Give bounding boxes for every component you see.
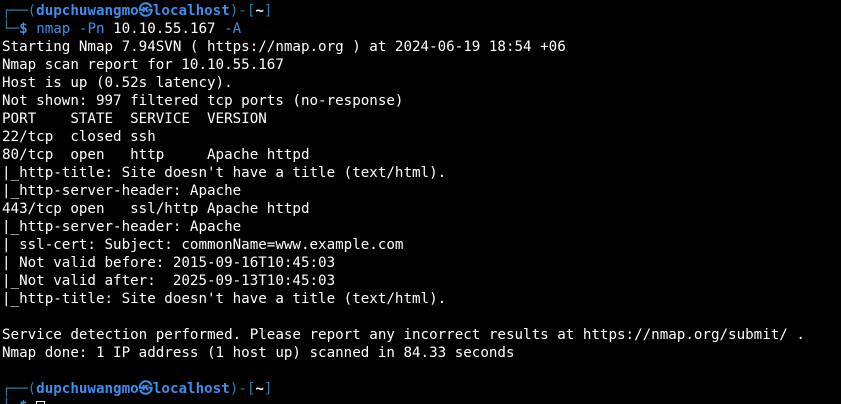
prompt-corner-bottom: └─	[2, 21, 20, 37]
output-line: Nmap done: 1 IP address (1 host up) scan…	[2, 345, 515, 361]
prompt-path: ~	[255, 3, 264, 19]
command-flag-a: -A	[224, 21, 242, 37]
output-line: |_http-title: Site doesn't have a title …	[2, 291, 447, 307]
output-line: Nmap scan report for 10.10.55.167	[2, 57, 284, 73]
prompt-separator: )-[	[229, 3, 256, 19]
prompt-bracket-end: ]	[263, 381, 273, 397]
output-line: PORT STATE SERVICE VERSION	[2, 111, 267, 127]
output-line: |_Not valid after: 2025-09-13T10:45:03	[2, 273, 336, 289]
command-program: nmap	[36, 21, 71, 37]
prompt-line-top-2: ┌──(dupchuwangmo㉿localhost)-[~]	[2, 380, 841, 398]
prompt-at-symbol: ㉿	[138, 3, 153, 19]
prompt-separator: )-[	[229, 381, 256, 397]
prompt-line-top: ┌──(dupchuwangmo㉿localhost)-[~]	[2, 2, 841, 20]
command-line: └─$ nmap -Pn 10.10.55.167 -A	[2, 20, 841, 38]
prompt-corner-top: ┌──(	[2, 3, 37, 19]
output-line: | ssl-cert: Subject: commonName=www.exam…	[2, 237, 404, 253]
prompt-corner-top: ┌──(	[2, 381, 37, 397]
output-line: |_http-server-header: Apache	[2, 183, 242, 199]
output-line: Host is up (0.52s latency).	[2, 75, 233, 91]
prompt-corner-bottom: └─	[2, 399, 19, 404]
output-line: Starting Nmap 7.94SVN ( https://nmap.org…	[2, 39, 566, 55]
prompt-path: ~	[255, 381, 264, 397]
output-line: Not shown: 997 filtered tcp ports (no-re…	[2, 93, 404, 109]
output-line: 22/tcp closed ssh	[2, 129, 156, 145]
output-line: 443/tcp open ssl/http Apache httpd	[2, 201, 310, 217]
output-line: |_http-title: Site doesn't have a title …	[2, 165, 447, 181]
prompt-host: localhost	[152, 381, 230, 397]
output-line: | Not valid before: 2015-09-16T10:45:03	[2, 255, 336, 271]
output-line: 80/tcp open http Apache httpd	[2, 147, 310, 163]
command-target: 10.10.55.167	[113, 21, 216, 37]
prompt-dollar: $	[19, 399, 28, 404]
command-line-input[interactable]: └─$	[2, 398, 841, 404]
command-flag-pn: -Pn	[78, 21, 105, 37]
prompt-dollar: $	[19, 21, 28, 37]
prompt-host: localhost	[152, 3, 230, 19]
prompt-user: dupchuwangmo	[36, 381, 139, 397]
prompt-user: dupchuwangmo	[36, 3, 139, 19]
prompt-bracket-end: ]	[263, 3, 273, 19]
terminal-window[interactable]: ┌──(dupchuwangmo㉿localhost)-[~] └─$ nmap…	[2, 2, 841, 404]
output-line: |_http-server-header: Apache	[2, 219, 242, 235]
output-line: Service detection performed. Please repo…	[2, 327, 805, 343]
prompt-at-symbol: ㉿	[138, 381, 153, 397]
